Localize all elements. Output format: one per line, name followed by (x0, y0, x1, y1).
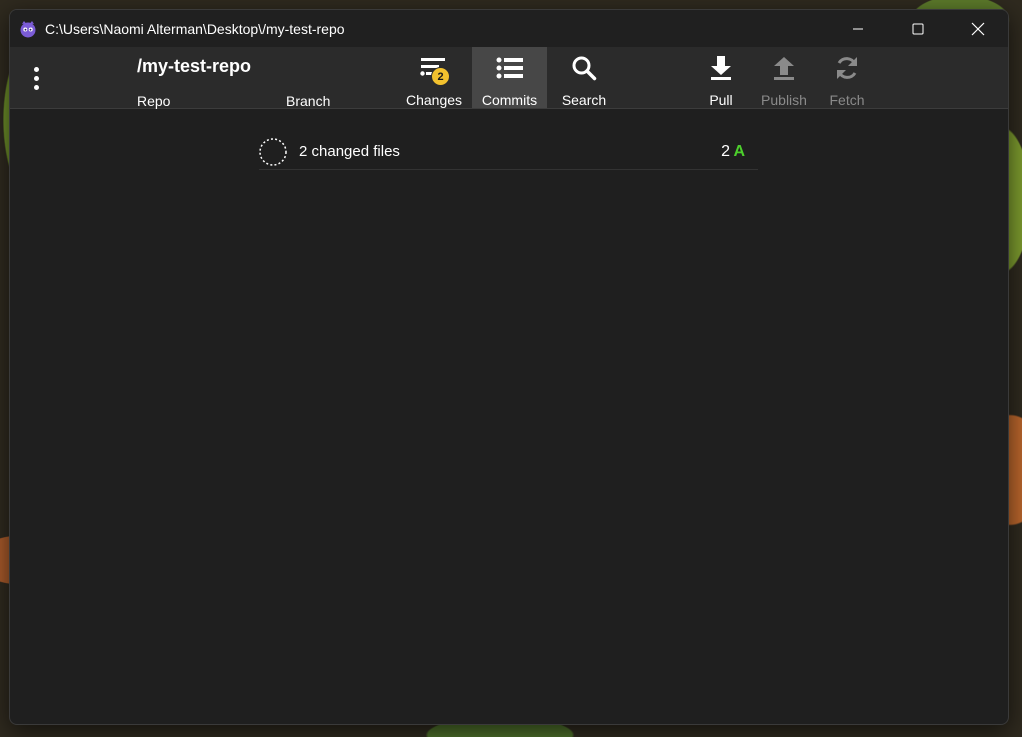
main-content: 2 changed files 2 A (10, 109, 1008, 724)
search-icon (572, 56, 597, 81)
refresh-icon (837, 57, 857, 79)
repo-name[interactable]: /my-test-repo (137, 56, 251, 77)
commits-label: Commits (481, 92, 538, 108)
close-button[interactable] (948, 10, 1008, 47)
download-icon (711, 56, 731, 80)
toolbar: /my-test-repo Repo Branch 2 Changes Comm… (10, 47, 1008, 109)
fetch-button[interactable]: Fetch (824, 47, 870, 108)
changed-files-summary: 2 changed files (299, 143, 400, 160)
list-icon (496, 57, 523, 79)
minimize-button[interactable] (828, 10, 888, 47)
repo-selector-label[interactable]: Repo (137, 93, 170, 109)
kebab-dot-icon (33, 84, 39, 90)
title-bar: C:\Users\Naomi Alterman\Desktop\/my-test… (10, 10, 1008, 47)
window-controls (828, 10, 1008, 47)
dashed-circle-icon (259, 137, 287, 166)
pull-label: Pull (709, 92, 733, 108)
maximize-button[interactable] (888, 10, 948, 47)
changes-count-badge: 2 (431, 67, 450, 86)
search-label: Search (561, 92, 607, 108)
upload-icon (774, 57, 794, 80)
publish-label: Publish (761, 92, 807, 108)
fetch-label: Fetch (829, 92, 865, 108)
minimize-icon (853, 28, 863, 29)
app-logo-icon (20, 20, 36, 37)
changed-files-row[interactable]: 2 changed files 2 A (259, 134, 758, 170)
publish-button[interactable]: Publish (756, 47, 812, 108)
changed-files-count: 2 (721, 142, 730, 160)
changes-label: Changes (405, 92, 463, 108)
commits-button[interactable]: Commits (472, 47, 547, 108)
close-icon (971, 22, 985, 35)
branch-selector-label[interactable]: Branch (286, 93, 330, 109)
pull-button[interactable]: Pull (698, 47, 744, 108)
changes-button[interactable]: 2 Changes (404, 47, 464, 108)
kebab-dot-icon (33, 66, 39, 72)
app-window: C:\Users\Naomi Alterman\Desktop\/my-test… (9, 9, 1009, 725)
more-menu-button[interactable] (26, 61, 46, 95)
kebab-dot-icon (33, 75, 39, 81)
added-status-badge: A (733, 142, 745, 160)
window-title: C:\Users\Naomi Alterman\Desktop\/my-test… (45, 20, 345, 37)
maximize-icon (912, 23, 924, 34)
search-button[interactable]: Search (554, 47, 614, 108)
